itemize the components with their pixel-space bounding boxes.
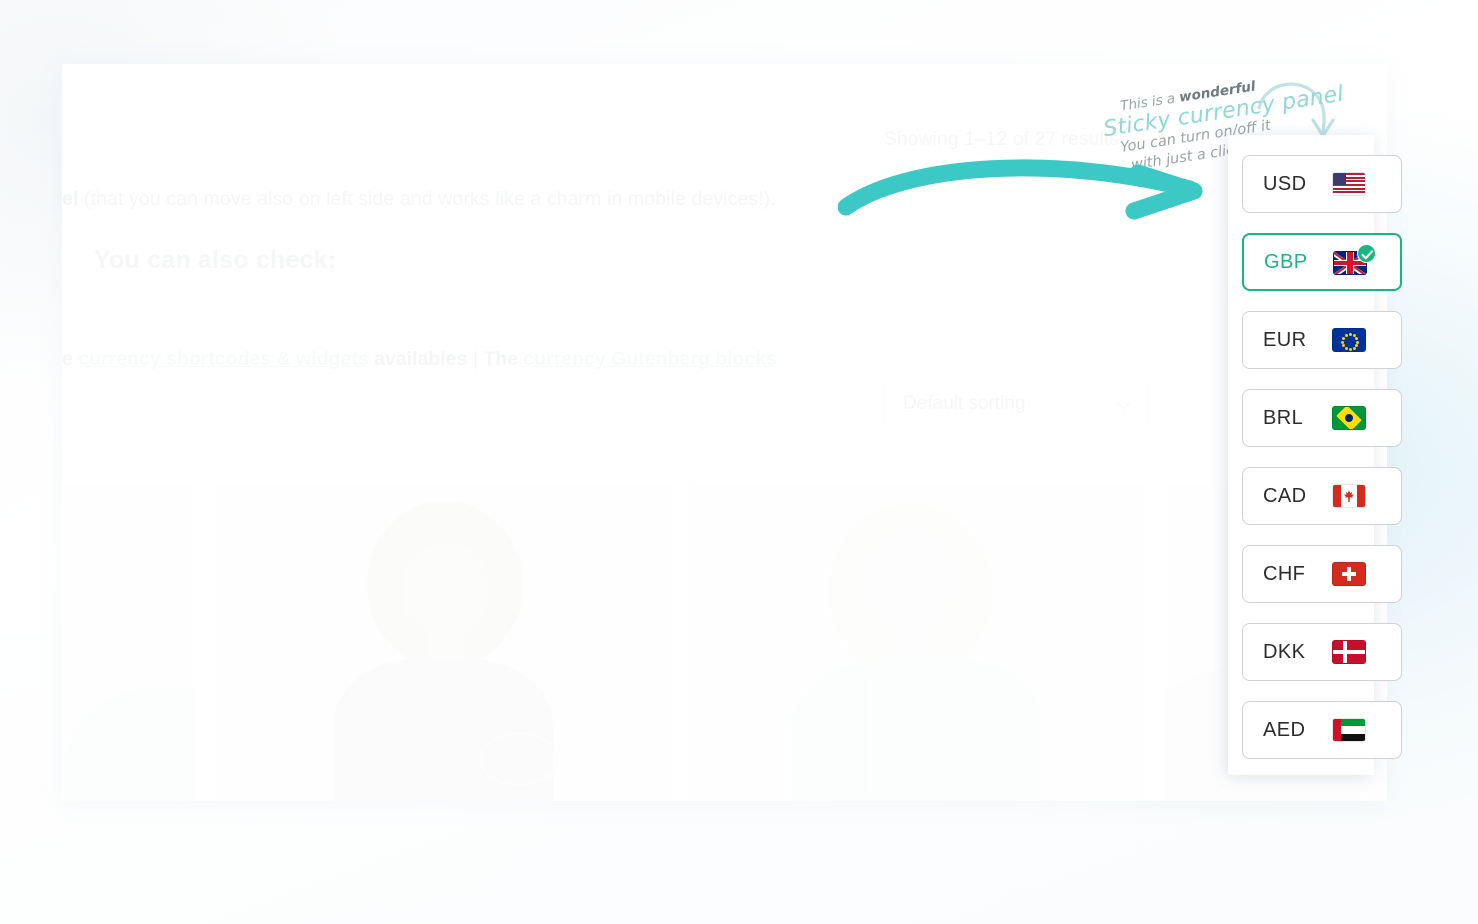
- chevron-down-icon: [1115, 397, 1132, 414]
- sorting-dropdown[interactable]: Default sorting: [884, 378, 1149, 430]
- flag-brazil-icon: [1332, 406, 1366, 430]
- link-currency-shortcodes-widgets[interactable]: currency shortcodes & widgets: [78, 348, 368, 370]
- currency-item-aed[interactable]: AED: [1242, 701, 1402, 759]
- product-card[interactable]: [213, 482, 673, 801]
- selected-check-icon: [1357, 244, 1376, 263]
- currency-item-cad[interactable]: CAD: [1242, 467, 1402, 525]
- divider: [62, 326, 1162, 327]
- flag-switzerland-icon: [1332, 562, 1366, 586]
- links-middle-text: availables: [368, 348, 473, 370]
- currency-code-label: CHF: [1263, 562, 1306, 585]
- flag-united-arab-emirates-icon: [1332, 718, 1366, 742]
- currency-item-brl[interactable]: BRL: [1242, 389, 1402, 447]
- currency-item-dkk[interactable]: DKK: [1242, 623, 1402, 681]
- intro-rest-text: (that you can move also on left side and…: [78, 188, 776, 210]
- sticky-currency-panel[interactable]: USD GBP EUR BRL CAD CHF DKK AED: [1228, 135, 1402, 775]
- flag-denmark-icon: [1332, 640, 1366, 664]
- currency-item-eur[interactable]: EUR: [1242, 311, 1402, 369]
- currency-code-label: USD: [1263, 172, 1307, 195]
- currency-item-chf[interactable]: CHF: [1242, 545, 1402, 603]
- currency-code-label: EUR: [1263, 328, 1307, 351]
- currency-code-label: GBP: [1264, 250, 1308, 273]
- currency-code-label: DKK: [1263, 640, 1306, 663]
- currency-item-gbp[interactable]: GBP: [1242, 233, 1402, 291]
- product-grid: [62, 482, 1387, 801]
- links-the-word: The: [477, 348, 524, 370]
- intro-bold-fragment: el: [62, 188, 79, 210]
- related-links-row: e currency shortcodes & widgets availabl…: [62, 346, 1242, 372]
- section-heading: You can also check:: [94, 246, 337, 274]
- links-lead-fragment: e: [62, 348, 73, 370]
- intro-paragraph: el (that you can move also on left side …: [62, 186, 1172, 212]
- product-image-mint-blouse-model: [689, 482, 1149, 801]
- flag-canada-icon: [1332, 484, 1366, 508]
- product-card[interactable]: [689, 482, 1149, 801]
- sorting-selected-value: Default sorting: [903, 393, 1026, 414]
- result-count-text: Showing 1–12 of 27 results: [883, 128, 1119, 150]
- product-image-partial-left: [62, 482, 195, 801]
- currency-code-label: AED: [1263, 718, 1306, 741]
- currency-code-label: BRL: [1263, 406, 1304, 429]
- shop-page-content: el (that you can move also on left side …: [62, 64, 1387, 801]
- product-card[interactable]: [62, 482, 195, 801]
- product-image-navy-top-model: [213, 482, 673, 801]
- flag-european-union-icon: [1332, 328, 1366, 352]
- link-currency-gutenberg-blocks[interactable]: currency Gutenberg blocks: [523, 348, 777, 370]
- currency-code-label: CAD: [1263, 484, 1307, 507]
- flag-united-states-icon: [1332, 172, 1366, 196]
- currency-item-usd[interactable]: USD: [1242, 155, 1402, 213]
